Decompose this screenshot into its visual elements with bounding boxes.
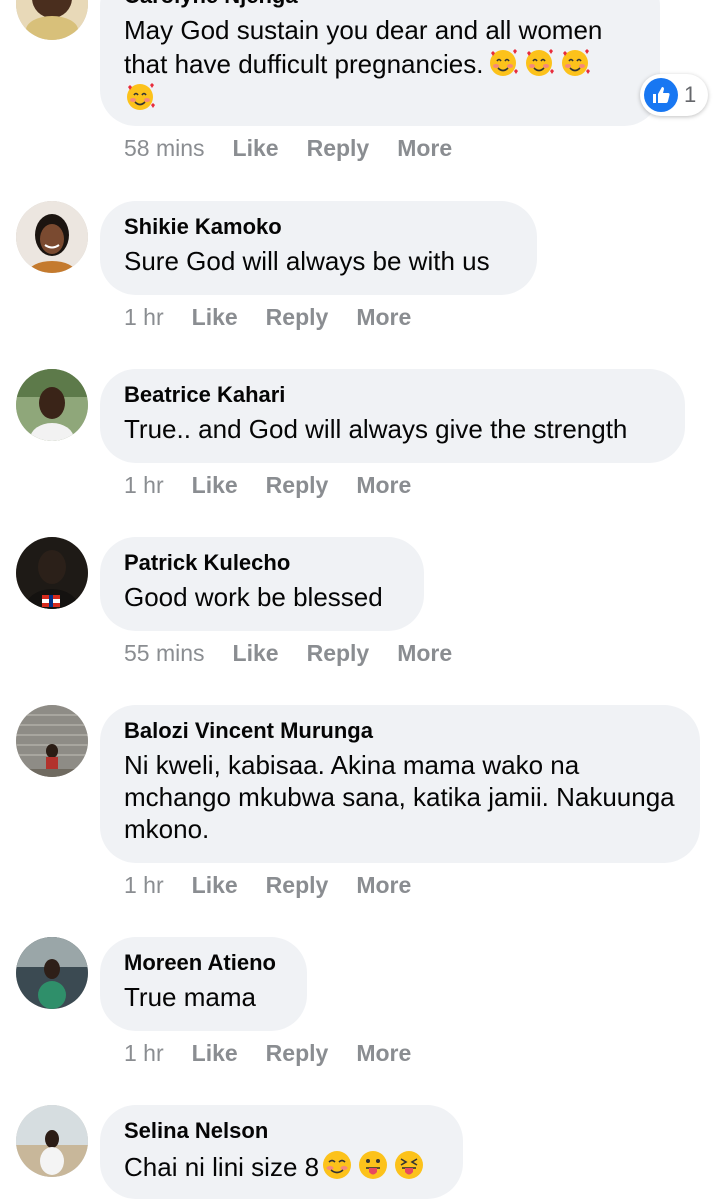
reply-button[interactable]: Reply — [307, 640, 370, 666]
comment-text: May God sustain you dear and all women t… — [124, 14, 636, 114]
reply-button[interactable]: Reply — [266, 1040, 329, 1066]
thumbs-up-icon — [644, 78, 678, 112]
comment-actions: 55 mins Like Reply More — [124, 639, 452, 667]
squinting-face-with-tongue-icon — [393, 1149, 425, 1181]
comment-time[interactable]: 55 mins — [124, 640, 205, 666]
comment-bubble: Balozi Vincent Murunga Ni kweli, kabisaa… — [100, 705, 700, 863]
commenter-name[interactable]: Moreen Atieno — [124, 949, 283, 977]
face-with-tongue-icon — [357, 1149, 389, 1181]
avatar[interactable] — [16, 537, 88, 609]
like-button[interactable]: Like — [192, 872, 238, 898]
comment-actions: 58 mins Like Reply More — [124, 134, 452, 162]
reply-button[interactable]: Reply — [307, 135, 370, 161]
comment-text: Chai ni lini size 8 — [124, 1149, 439, 1183]
smiling-face-with-hearts-icon — [523, 46, 555, 78]
avatar[interactable] — [16, 937, 88, 1009]
avatar[interactable] — [16, 705, 88, 777]
comment-time[interactable]: 1 hr — [124, 304, 164, 330]
like-button[interactable]: Like — [192, 1040, 238, 1066]
avatar[interactable] — [16, 1105, 88, 1177]
comment-text: Sure God will always be with us — [124, 246, 490, 276]
comment-actions: 1 hr Like Reply More — [124, 303, 411, 331]
more-button[interactable]: More — [356, 872, 411, 898]
reply-button[interactable]: Reply — [266, 472, 329, 498]
more-button[interactable]: More — [397, 135, 452, 161]
like-button[interactable]: Like — [192, 472, 238, 498]
comment-time[interactable]: 1 hr — [124, 1040, 164, 1066]
smiling-face-with-hearts-icon — [559, 46, 591, 78]
commenter-name[interactable]: Selina Nelson — [124, 1117, 439, 1145]
like-button[interactable]: Like — [233, 135, 279, 161]
reaction-count: 1 — [684, 82, 697, 107]
comment-text: True mama — [124, 982, 256, 1012]
comment-text: Ni kweli, kabisaa. Akina mama wako na mc… — [124, 750, 675, 844]
comment-bubble: Patrick Kulecho Good work be blessed — [100, 537, 424, 631]
like-button[interactable]: Like — [192, 304, 238, 330]
more-button[interactable]: More — [397, 640, 452, 666]
avatar[interactable] — [16, 201, 88, 273]
reply-button[interactable]: Reply — [266, 872, 329, 898]
more-button[interactable]: More — [356, 304, 411, 330]
commenter-name[interactable]: Balozi Vincent Murunga — [124, 717, 676, 745]
more-button[interactable]: More — [356, 1040, 411, 1066]
comment-text: True.. and God will always give the stre… — [124, 414, 628, 444]
comment-actions: 1 hr Like Reply More — [124, 871, 411, 899]
comment-bubble: Selina Nelson Chai ni lini size 8 — [100, 1105, 463, 1199]
smiling-face-blushing-icon — [321, 1149, 353, 1181]
comment-bubble: Shikie Kamoko Sure God will always be wi… — [100, 201, 537, 295]
comment-time[interactable]: 58 mins — [124, 135, 205, 161]
commenter-name[interactable]: Patrick Kulecho — [124, 549, 400, 577]
smiling-face-with-hearts-icon — [124, 80, 156, 112]
commenter-name[interactable]: Carolyne Njenga — [124, 0, 636, 10]
smiling-face-with-hearts-icon — [487, 46, 519, 78]
like-button[interactable]: Like — [233, 640, 279, 666]
more-button[interactable]: More — [356, 472, 411, 498]
comment-time[interactable]: 1 hr — [124, 472, 164, 498]
comment-bubble: Moreen Atieno True mama — [100, 937, 307, 1031]
commenter-name[interactable]: Shikie Kamoko — [124, 213, 513, 241]
comment-actions: 1 hr Like Reply More — [124, 471, 411, 499]
comment-time[interactable]: 1 hr — [124, 872, 164, 898]
reaction-summary[interactable]: 1 — [640, 74, 709, 116]
avatar[interactable] — [16, 0, 88, 40]
reply-button[interactable]: Reply — [266, 304, 329, 330]
commenter-name[interactable]: Beatrice Kahari — [124, 381, 661, 409]
comment-text: Good work be blessed — [124, 582, 383, 612]
avatar[interactable] — [16, 369, 88, 441]
comment-bubble: Carolyne Njenga May God sustain you dear… — [100, 0, 660, 126]
comment-actions: 1 hr Like Reply More — [124, 1039, 411, 1067]
comment-bubble: Beatrice Kahari True.. and God will alwa… — [100, 369, 685, 463]
